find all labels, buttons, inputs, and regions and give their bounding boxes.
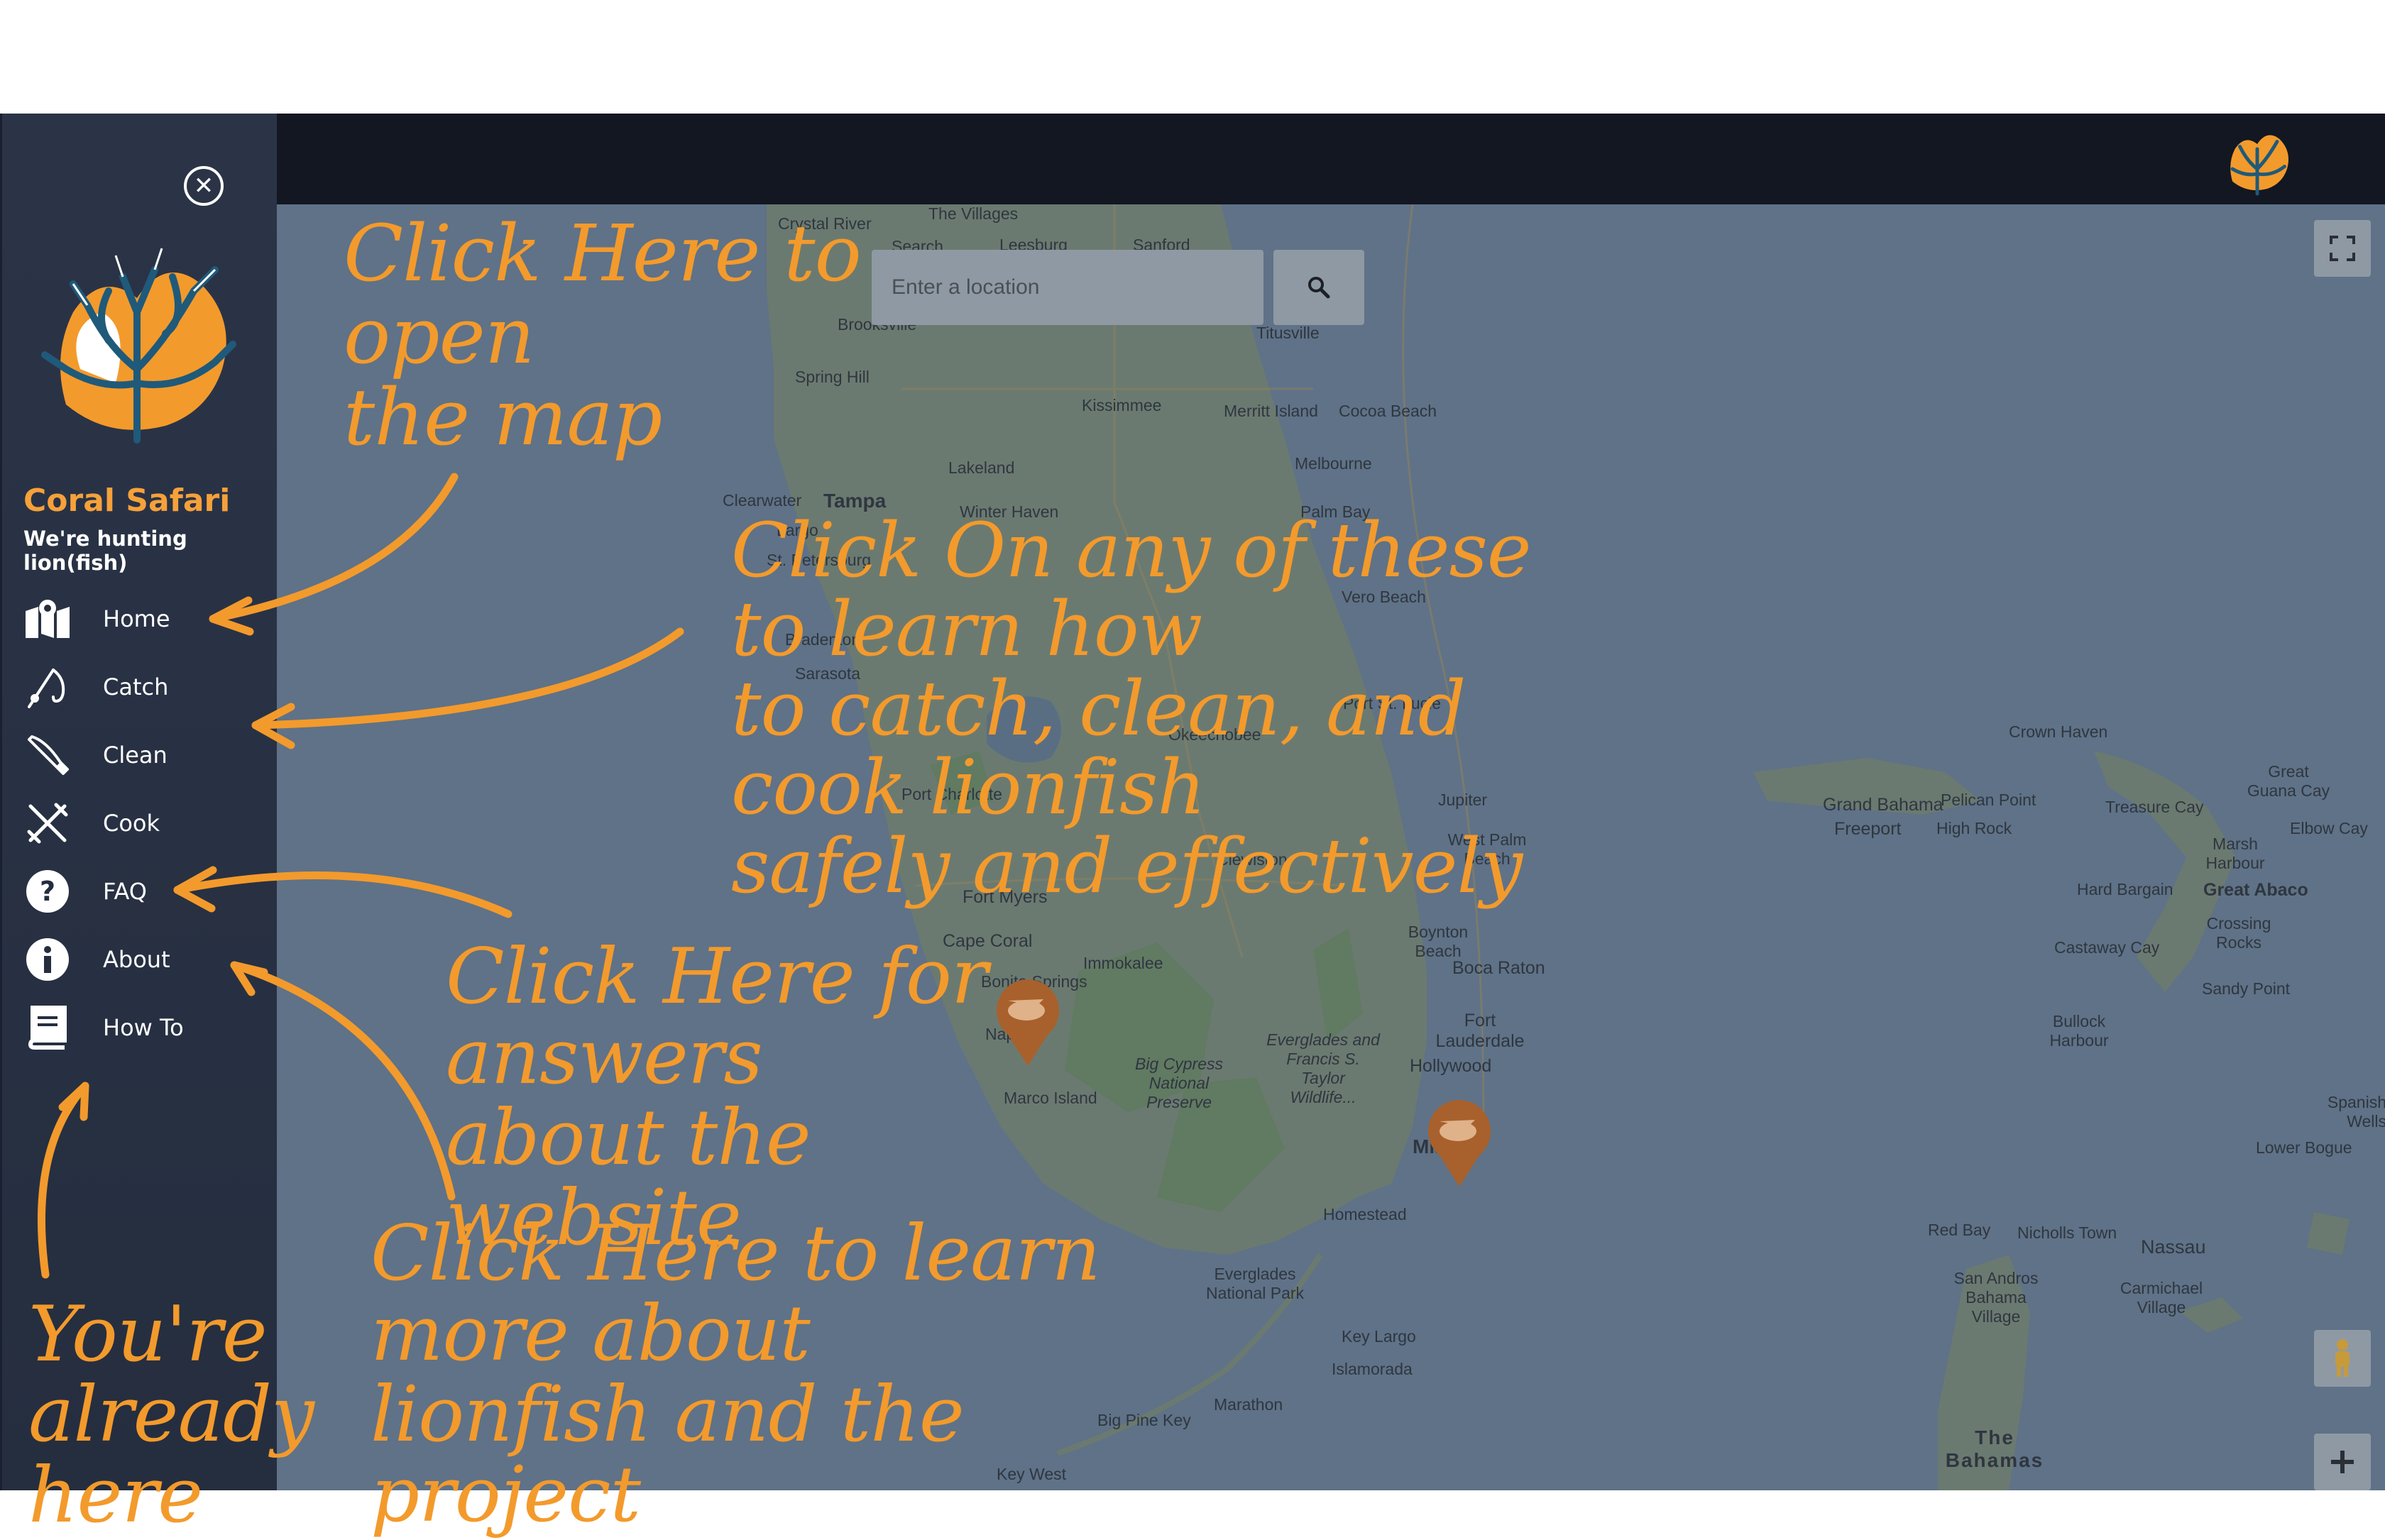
nav-label-about: About bbox=[103, 946, 170, 973]
map-place-label: Lakeland bbox=[948, 458, 1015, 477]
zoom-in-button[interactable] bbox=[2314, 1434, 2371, 1490]
map-place-label: Red Bay bbox=[1928, 1221, 1991, 1239]
map-place-label: Hard Bargain bbox=[2077, 880, 2173, 898]
map-place-label: Immokalee bbox=[1083, 954, 1163, 972]
location-search[interactable] bbox=[872, 250, 1263, 325]
nav-item-catch[interactable]: Catch bbox=[23, 659, 265, 715]
map-place-label: San Andros Bahama Village bbox=[1953, 1269, 2039, 1326]
search-button[interactable] bbox=[1273, 250, 1364, 325]
map-place-label: Big Cypress National Preserve bbox=[1135, 1055, 1223, 1111]
nav-item-how-to[interactable]: How To bbox=[23, 999, 265, 1056]
map-place-label: Great Guana Cay bbox=[2247, 762, 2330, 800]
close-icon: ✕ bbox=[193, 172, 214, 199]
map-place-label: Boca Raton bbox=[1452, 958, 1545, 978]
map-place-label: Crown Haven bbox=[2009, 722, 2108, 741]
map-place-label: Titusville bbox=[1256, 324, 1320, 342]
map-place-label: Sandy Point bbox=[2202, 979, 2291, 998]
nav-label-cook: Cook bbox=[103, 810, 160, 837]
map-place-label: Pelican Point bbox=[1941, 791, 2036, 809]
svg-text:?: ? bbox=[40, 876, 55, 907]
map-place-label: Spanish Wells bbox=[2327, 1093, 2385, 1131]
fullscreen-button[interactable] bbox=[2314, 220, 2371, 277]
map-place-label: Merritt Island bbox=[1224, 402, 1318, 420]
browser-blank-strip bbox=[0, 0, 2385, 114]
brand-name: Coral Safari bbox=[23, 483, 231, 519]
search-icon bbox=[1308, 277, 1330, 299]
map-place-label: Treasure Cay bbox=[2105, 798, 2204, 816]
map-place-label: High Rock bbox=[1936, 819, 2012, 837]
location-search-input[interactable] bbox=[890, 275, 1263, 300]
question-circle-icon: ? bbox=[23, 867, 72, 915]
map-place-label: Boynton Beach bbox=[1408, 923, 1469, 960]
map-place-label: Marathon bbox=[1214, 1395, 1283, 1414]
nav-label-home: Home bbox=[103, 605, 170, 632]
coral-logo-small[interactable] bbox=[2217, 119, 2297, 199]
map-place-label: Hollywood bbox=[1410, 1056, 1492, 1076]
map-place-label: Carmichael Village bbox=[2120, 1279, 2203, 1316]
map-place-label: Homestead bbox=[1323, 1205, 1407, 1223]
map-place-label: Everglades and Francis S. Taylor Wildlif… bbox=[1266, 1030, 1380, 1106]
map-place-label: Cocoa Beach bbox=[1339, 402, 1437, 420]
map-place-label: Great Abaco bbox=[2203, 880, 2308, 900]
map-place-label: Melbourne bbox=[1295, 454, 1372, 473]
map-place-label: Bullock Harbour bbox=[2049, 1012, 2109, 1050]
nav-label-how-to: How To bbox=[103, 1014, 184, 1041]
sidebar: ✕ Coral Safari We're hunting lion(fish) … bbox=[0, 114, 277, 1490]
map-place-label: Castaway Cay bbox=[2054, 938, 2160, 957]
nav-item-about[interactable]: About bbox=[23, 931, 265, 988]
coral-logo bbox=[41, 248, 236, 444]
fishing-rod-icon bbox=[23, 663, 72, 711]
nav-label-catch: Catch bbox=[103, 673, 169, 700]
close-sidebar-button[interactable]: ✕ bbox=[184, 166, 224, 206]
map-place-label: Kissimmee bbox=[1082, 396, 1162, 414]
map-place-label: Lower Bogue bbox=[2256, 1138, 2352, 1157]
top-bar bbox=[277, 114, 2385, 204]
street-view-pegman[interactable] bbox=[2314, 1330, 2371, 1387]
lionfish-map-marker[interactable] bbox=[1425, 1099, 1493, 1187]
annotation-catch-clean-cook: Click On any of these to learn how to ca… bbox=[731, 507, 1532, 911]
annotation-open-map: Click Here to open the map bbox=[344, 208, 862, 463]
map-place-label: Islamorada bbox=[1332, 1360, 1413, 1378]
nav-item-cook[interactable]: Cook bbox=[23, 795, 265, 852]
map-icon bbox=[23, 595, 72, 643]
utensils-icon bbox=[23, 799, 72, 847]
map-place-label: Crossing Rocks bbox=[2206, 914, 2271, 952]
nav-item-faq[interactable]: ? FAQ bbox=[23, 863, 265, 920]
map-place-label: Grand Bahama bbox=[1823, 795, 1943, 815]
pegman-icon bbox=[2335, 1339, 2350, 1377]
plus-icon bbox=[2331, 1451, 2354, 1473]
nav-item-clean[interactable]: Clean bbox=[23, 727, 265, 783]
map-place-label: Nicholls Town bbox=[2017, 1223, 2117, 1242]
map-place-label: Key Largo bbox=[1342, 1327, 1416, 1346]
info-circle-icon bbox=[23, 935, 72, 984]
knife-icon bbox=[23, 731, 72, 779]
nav-item-home[interactable]: Home bbox=[23, 590, 265, 647]
map-place-label: Everglades National Park bbox=[1205, 1265, 1305, 1302]
annotation-about: Click Here to learn more about lionfish … bbox=[371, 1209, 1101, 1540]
map-place-label: Freeport bbox=[1834, 819, 1902, 839]
map-place-label: Elbow Cay bbox=[2290, 819, 2368, 837]
map-place-label: Marsh Harbour bbox=[2205, 835, 2265, 872]
map-place-label: The Villages bbox=[928, 204, 1019, 223]
nav-label-clean: Clean bbox=[103, 742, 168, 769]
map-place-label: The Bahamas bbox=[1945, 1426, 2044, 1471]
fullscreen-icon bbox=[2330, 236, 2355, 261]
book-icon bbox=[23, 1003, 72, 1052]
nav-label-faq: FAQ bbox=[103, 878, 147, 905]
map-place-label: Fort Lauderdale bbox=[1435, 1011, 1525, 1051]
map-place-label: Nassau bbox=[2141, 1236, 2206, 1258]
brand-tagline: We're hunting lion(fish) bbox=[23, 527, 187, 575]
annotation-how-to: You're already here bbox=[28, 1290, 314, 1540]
